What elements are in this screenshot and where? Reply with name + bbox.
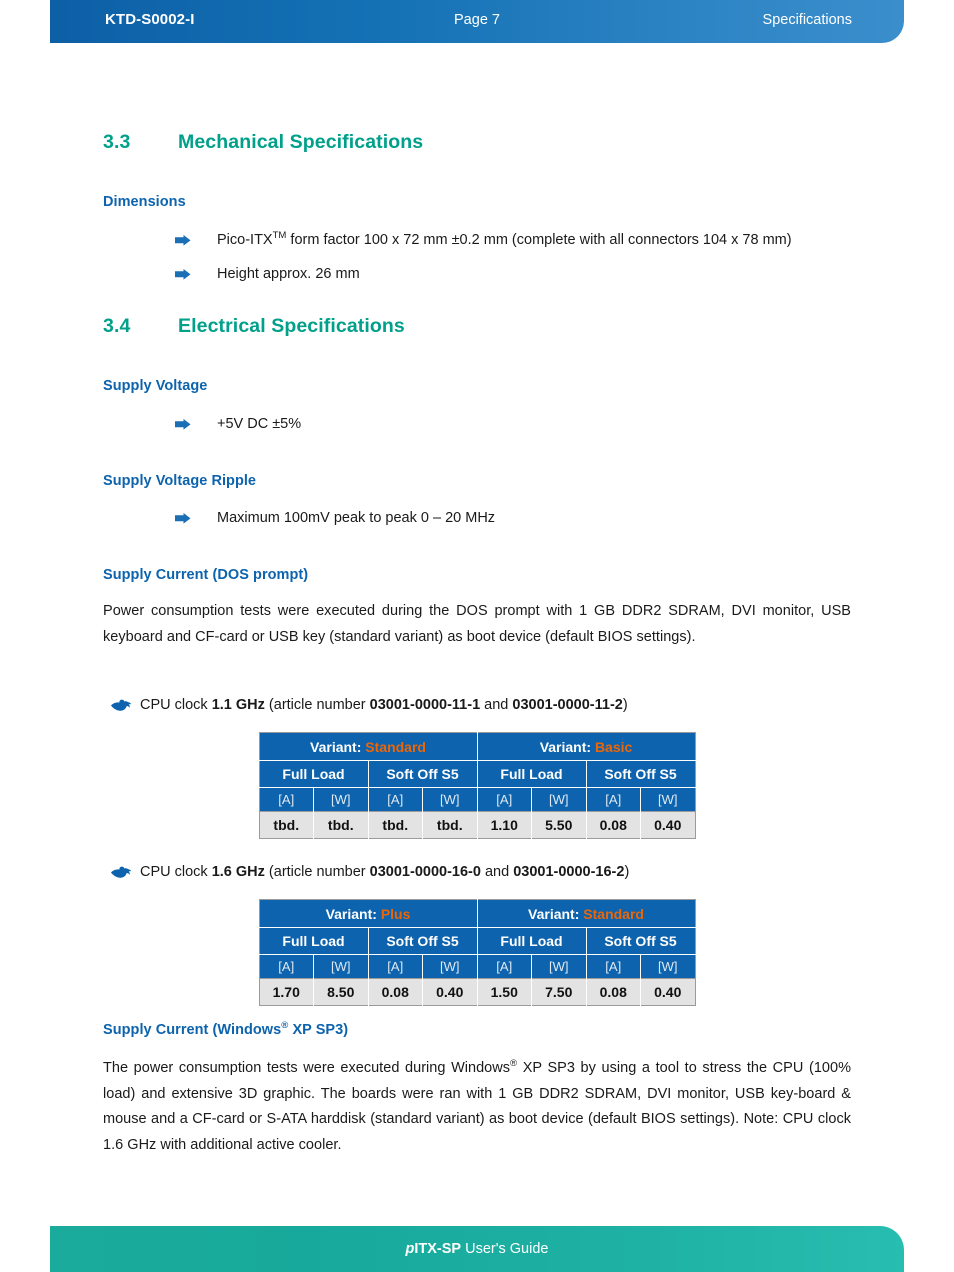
supply-current-table-2-16ghz: Variant: Plus Variant: Standard Full Loa… — [258, 899, 696, 1006]
list-item-cpu-clock-2-text: CPU clock 1.6 GHz (article number 03001-… — [140, 864, 630, 880]
load-cell: Full Load — [259, 760, 369, 788]
table-row-values: 1.70 8.50 0.08 0.40 1.50 7.50 0.08 0.40 — [259, 978, 695, 1006]
paragraph-dos-description: Power consumption tests were executed du… — [103, 603, 851, 645]
list-item-supply-voltage: +5V DC ±5% — [175, 412, 875, 436]
section-number: 3.3 — [103, 131, 131, 153]
value-cell: 0.40 — [422, 978, 478, 1006]
page-footer: pITX-SP User's Guide — [50, 1226, 904, 1272]
load-cell: Full Load — [477, 927, 587, 955]
unit-cell: [W] — [531, 954, 587, 979]
section-heading-mechanical: 3.3 Mechanical Specifications — [103, 131, 703, 154]
supply-current-table-1-1ghz: Variant: Standard Variant: Basic Full Lo… — [258, 732, 696, 839]
pointing-hand-icon — [110, 860, 140, 879]
subheading-supply-voltage-ripple: Supply Voltage Ripple — [103, 473, 257, 489]
unit-cell: [A] — [368, 787, 423, 812]
list-item-cpu-clock-2: CPU clock 1.6 GHz (article number 03001-… — [110, 860, 870, 884]
list-item-supply-voltage-text: +5V DC ±5% — [217, 416, 302, 432]
paragraph-windows-description: The power consumption tests were execute… — [103, 1058, 851, 1153]
unit-cell: [A] — [477, 787, 532, 812]
unit-cell: [W] — [422, 787, 478, 812]
subheading-supply-voltage: Supply Voltage — [103, 378, 208, 394]
value-cell: 1.70 — [259, 978, 314, 1006]
unit-cell: [W] — [531, 787, 587, 812]
pointing-hand-icon — [110, 693, 140, 712]
table-container-2: Variant: Plus Variant: Standard Full Loa… — [0, 899, 954, 1006]
table-row-units: [A] [W] [A] [W] [A] [W] [A] [W] — [259, 954, 695, 979]
list-item-cpu-clock-1: CPU clock 1.1 GHz (article number 03001-… — [110, 693, 870, 717]
value-cell: 1.50 — [477, 978, 532, 1006]
unit-cell: [A] — [477, 954, 532, 979]
table-row-load: Full Load Soft Off S5 Full Load Soft Off… — [259, 927, 695, 955]
variant-cell-a: Variant: Standard — [259, 732, 478, 761]
arrow-bullet-icon — [175, 412, 217, 436]
list-item-ripple-text: Maximum 100mV peak to peak 0 – 20 MHz — [217, 510, 496, 526]
table-row-variant: Variant: Plus Variant: Standard — [259, 899, 695, 928]
unit-cell: [A] — [368, 954, 423, 979]
variant-cell-a: Variant: Plus — [259, 899, 478, 928]
value-cell: 8.50 — [313, 978, 369, 1006]
list-item-cpu-clock-1-text: CPU clock 1.1 GHz (article number 03001-… — [140, 697, 628, 713]
value-cell: 0.08 — [586, 978, 641, 1006]
load-cell: Full Load — [259, 927, 369, 955]
footer-guide-label: User's Guide — [461, 1241, 549, 1257]
value-cell: tbd. — [422, 811, 478, 839]
list-item-dimensions-1-text: Pico-ITXTM form factor 100 x 72 mm ±0.2 … — [217, 230, 792, 248]
value-cell: 0.08 — [368, 978, 423, 1006]
arrow-bullet-icon — [175, 506, 217, 530]
unit-cell: [A] — [259, 954, 314, 979]
list-item-dimensions-2: Height approx. 26 mm — [175, 262, 875, 286]
unit-cell: [A] — [259, 787, 314, 812]
footer-guide-title: pITX-SP User's Guide — [50, 1241, 904, 1257]
unit-cell: [W] — [640, 787, 695, 812]
load-cell: Soft Off S5 — [368, 927, 478, 955]
value-cell: tbd. — [368, 811, 423, 839]
unit-cell: [A] — [586, 787, 641, 812]
value-cell: 0.08 — [586, 811, 641, 839]
unit-cell: [W] — [313, 954, 369, 979]
variant-cell-b: Variant: Basic — [477, 732, 695, 761]
section-number: 3.4 — [103, 315, 131, 337]
unit-cell: [W] — [422, 954, 478, 979]
table-row-values: tbd. tbd. tbd. tbd. 1.10 5.50 0.08 0.40 — [259, 811, 695, 839]
table-row-units: [A] [W] [A] [W] [A] [W] [A] [W] — [259, 787, 695, 812]
value-cell: tbd. — [313, 811, 369, 839]
subheading-supply-current-windows: Supply Current (Windows® XP SP3) — [103, 1020, 349, 1038]
section-heading-electrical: 3.4 Electrical Specifications — [103, 315, 703, 338]
footer-brand-name: ITX-SP — [414, 1241, 462, 1257]
header-section-label: Specifications — [762, 12, 852, 28]
page-header: KTD-S0002-I Page 7 Specifications — [50, 0, 904, 43]
load-cell: Soft Off S5 — [586, 927, 695, 955]
unit-cell: [A] — [586, 954, 641, 979]
list-item-dimensions-1: Pico-ITXTM form factor 100 x 72 mm ±0.2 … — [175, 228, 875, 252]
arrow-bullet-icon — [175, 262, 217, 286]
load-cell: Soft Off S5 — [368, 760, 478, 788]
variant-cell-b: Variant: Standard — [477, 899, 695, 928]
unit-cell: [W] — [313, 787, 369, 812]
value-cell: 0.40 — [640, 978, 695, 1006]
load-cell: Full Load — [477, 760, 587, 788]
value-cell: 1.10 — [477, 811, 532, 839]
table-container-1: Variant: Standard Variant: Basic Full Lo… — [0, 732, 954, 839]
list-item-ripple: Maximum 100mV peak to peak 0 – 20 MHz — [175, 506, 875, 530]
value-cell: 5.50 — [531, 811, 587, 839]
value-cell: tbd. — [259, 811, 314, 839]
load-cell: Soft Off S5 — [586, 760, 695, 788]
unit-cell: [W] — [640, 954, 695, 979]
table-row-load: Full Load Soft Off S5 Full Load Soft Off… — [259, 760, 695, 788]
value-cell: 7.50 — [531, 978, 587, 1006]
subheading-dimensions: Dimensions — [103, 194, 186, 210]
value-cell: 0.40 — [640, 811, 695, 839]
list-item-dimensions-2-text: Height approx. 26 mm — [217, 266, 360, 282]
trademark-superscript: TM — [272, 230, 287, 242]
table-row-variant: Variant: Standard Variant: Basic — [259, 732, 695, 761]
subheading-supply-current-dos: Supply Current (DOS prompt) — [103, 567, 309, 583]
section-title: Electrical Specifications — [178, 315, 405, 337]
section-title: Mechanical Specifications — [178, 131, 424, 153]
arrow-bullet-icon — [175, 228, 217, 252]
